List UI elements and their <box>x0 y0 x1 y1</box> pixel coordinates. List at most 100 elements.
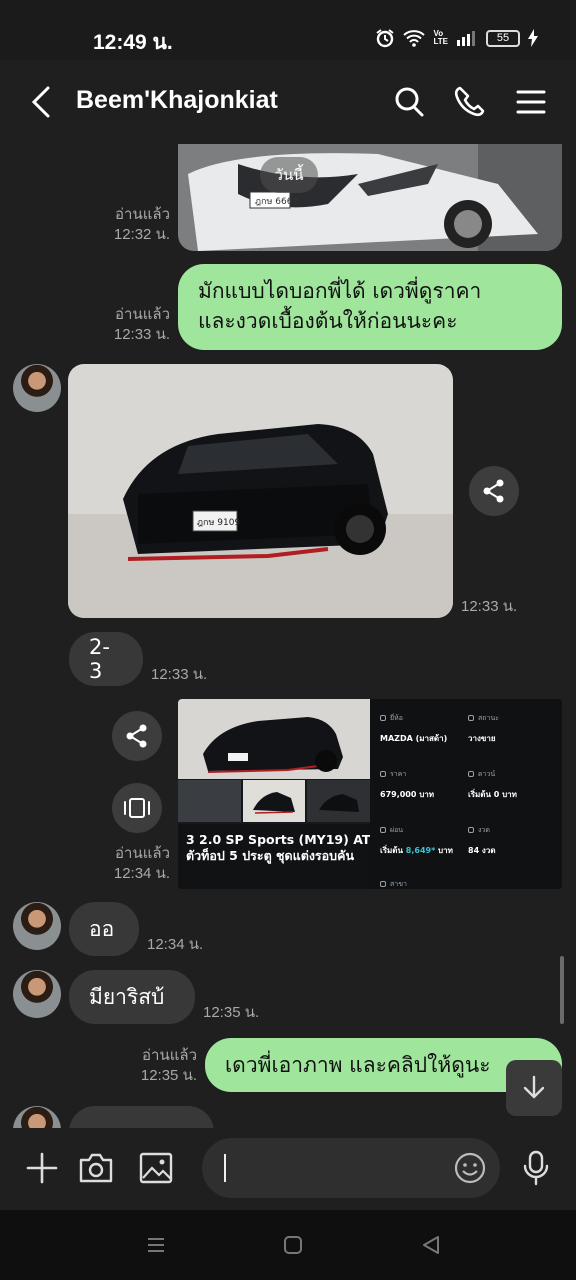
system-back-button[interactable] <box>418 1232 444 1258</box>
received-car-photo[interactable]: ฎกษ 9109 <box>68 364 453 618</box>
voice-button[interactable] <box>516 1148 556 1188</box>
message-line: และงวดเบื้องต้นให้ก่อนนะคะ <box>198 309 458 333</box>
contact-name[interactable]: Beem'Khajonkiat <box>76 86 278 115</box>
spec-value: MAZDA (มาสด้า) <box>380 734 448 743</box>
spec-icon <box>468 715 474 721</box>
car-listing-card[interactable]: 3 2.0 SP Sports (MY19) AT ตัวท็อป 5 ประต… <box>178 699 562 889</box>
search-button[interactable] <box>392 84 426 120</box>
spec-installment: ผ่อน เริ่มต้น 8,649* บาท <box>380 825 468 857</box>
add-button[interactable] <box>22 1148 62 1188</box>
spec-label: ราคา <box>390 770 407 778</box>
spec-icon <box>468 827 474 833</box>
triangle-back-icon <box>423 1236 439 1254</box>
contact-avatar[interactable] <box>13 364 61 412</box>
message-time: 12:35 น. <box>203 1004 260 1021</box>
spec-brand: ยี่ห้อ MAZDA (มาสด้า) <box>380 713 468 745</box>
spec-value: เริ่มต้น 0 บาท <box>468 790 517 799</box>
spec-label: งวด <box>478 826 490 834</box>
spec-terms: งวด 84 งวด <box>468 825 556 857</box>
sent-car-photo[interactable]: ฎกษ 6668 วันนี้ <box>178 144 562 251</box>
thumbnail-engine <box>178 780 241 822</box>
svg-text:ฎกษ 9109: ฎกษ 9109 <box>197 518 240 528</box>
spec-panel: ยี่ห้อ MAZDA (มาสด้า) สถานะ วางขาย ราคา … <box>370 699 562 889</box>
share-icon <box>483 479 504 503</box>
spec-value: 679,000 บาท <box>380 790 435 799</box>
call-button[interactable] <box>452 84 486 120</box>
message-time: 12:33 น. <box>113 326 170 343</box>
message-time: 12:35 น. <box>140 1067 197 1084</box>
status-bar: 12:49 น. Vo LTE 55 <box>0 0 576 60</box>
recent-apps-button[interactable] <box>143 1232 169 1258</box>
message-meta: อ่านแล้ว 12:35 น. <box>127 1046 197 1086</box>
location-pin-icon <box>380 881 386 887</box>
spec-label: ดาวน์ <box>478 770 496 778</box>
spec-label: สาขา <box>390 880 407 888</box>
incoming-message-bubble[interactable] <box>69 1106 214 1128</box>
read-receipt: อ่านแล้ว <box>115 206 170 223</box>
message-time: 12:32 น. <box>113 226 170 243</box>
chat-header: Beem'Khajonkiat <box>0 60 576 144</box>
read-receipt: อ่านแล้ว <box>115 306 170 323</box>
arrow-down-icon <box>523 1075 545 1099</box>
date-chip: วันนี้ <box>260 157 318 193</box>
message-meta: อ่านแล้ว 12:33 น. <box>100 305 170 345</box>
spec-status: สถานะ วางขาย <box>468 713 556 745</box>
spec-icon <box>468 771 474 777</box>
contact-avatar[interactable] <box>13 1106 61 1128</box>
message-meta: อ่านแล้ว 12:34 น. <box>100 844 170 884</box>
message-meta: อ่านแล้ว 12:32 น. <box>100 205 170 245</box>
share-icon <box>126 724 147 748</box>
spec-branch: สาขา <box>380 879 468 889</box>
thumbnail-car <box>242 780 306 822</box>
back-button[interactable] <box>26 84 58 120</box>
incoming-message-bubble[interactable]: ออ <box>69 902 139 956</box>
carousel-view-button[interactable] <box>112 783 162 833</box>
spec-icon <box>380 827 386 833</box>
battery-indicator: 55 <box>486 29 520 47</box>
spec-value: 84 งวด <box>468 846 496 855</box>
card-caption: 3 2.0 SP Sports (MY19) AT ตัวท็อป 5 ประต… <box>178 824 370 889</box>
message-time: 12:33 น. <box>151 666 208 683</box>
menu-button[interactable] <box>514 84 548 120</box>
scrollbar-thumb[interactable] <box>560 956 564 1024</box>
charging-icon <box>528 29 538 47</box>
emoji-button[interactable] <box>450 1148 490 1188</box>
share-button[interactable] <box>112 711 162 761</box>
outgoing-message-bubble[interactable]: มักแบบไดบอกพี่ได้ เดวพี่ดูราคา และงวดเบื… <box>178 264 562 350</box>
message-text: ออ <box>89 916 115 941</box>
contact-avatar[interactable] <box>13 970 61 1018</box>
spec-label: สถานะ <box>478 714 499 722</box>
mic-icon <box>523 1150 549 1186</box>
share-button[interactable] <box>469 466 519 516</box>
spec-label: ผ่อน <box>390 826 404 834</box>
camera-icon <box>79 1153 113 1183</box>
spec-label: ยี่ห้อ <box>390 714 403 722</box>
installment-amount: 8,649* <box>405 846 436 855</box>
plus-icon <box>26 1152 58 1184</box>
scroll-to-bottom-button[interactable] <box>506 1060 562 1116</box>
message-time: 12:33 น. <box>461 598 518 615</box>
menu-icon <box>516 90 546 114</box>
contact-avatar[interactable] <box>13 902 61 950</box>
car-listing-image <box>178 699 370 779</box>
camera-button[interactable] <box>76 1148 116 1188</box>
spec-icon <box>380 715 386 721</box>
spec-icon <box>380 771 386 777</box>
message-time: 12:34 น. <box>147 936 204 953</box>
volte-indicator: Vo LTE <box>433 29 448 46</box>
chat-messages[interactable]: ฎกษ 6668 วันนี้ อ่านแล้ว 12:32 น. มักแบบ… <box>0 144 576 1128</box>
incoming-message-bubble[interactable]: มียาริสบ้ <box>69 970 195 1024</box>
svg-text:ฎกษ 6668: ฎกษ 6668 <box>255 197 298 207</box>
spec-value: เริ่มต้น 8,649* บาท <box>380 844 468 857</box>
back-arrow-icon <box>31 86 50 118</box>
message-text: มียาริสบ้ <box>89 984 165 1009</box>
status-time: 12:49 น. <box>93 31 173 54</box>
emoji-icon <box>454 1152 486 1184</box>
message-text: 2-3 <box>89 635 110 683</box>
system-nav-bar <box>0 1210 576 1280</box>
phone-icon <box>454 86 485 117</box>
black-car-image: ฎกษ 9109 <box>68 364 453 618</box>
gallery-button[interactable] <box>136 1148 176 1188</box>
incoming-message-bubble[interactable]: 2-3 <box>69 632 143 686</box>
home-button[interactable] <box>280 1232 306 1258</box>
